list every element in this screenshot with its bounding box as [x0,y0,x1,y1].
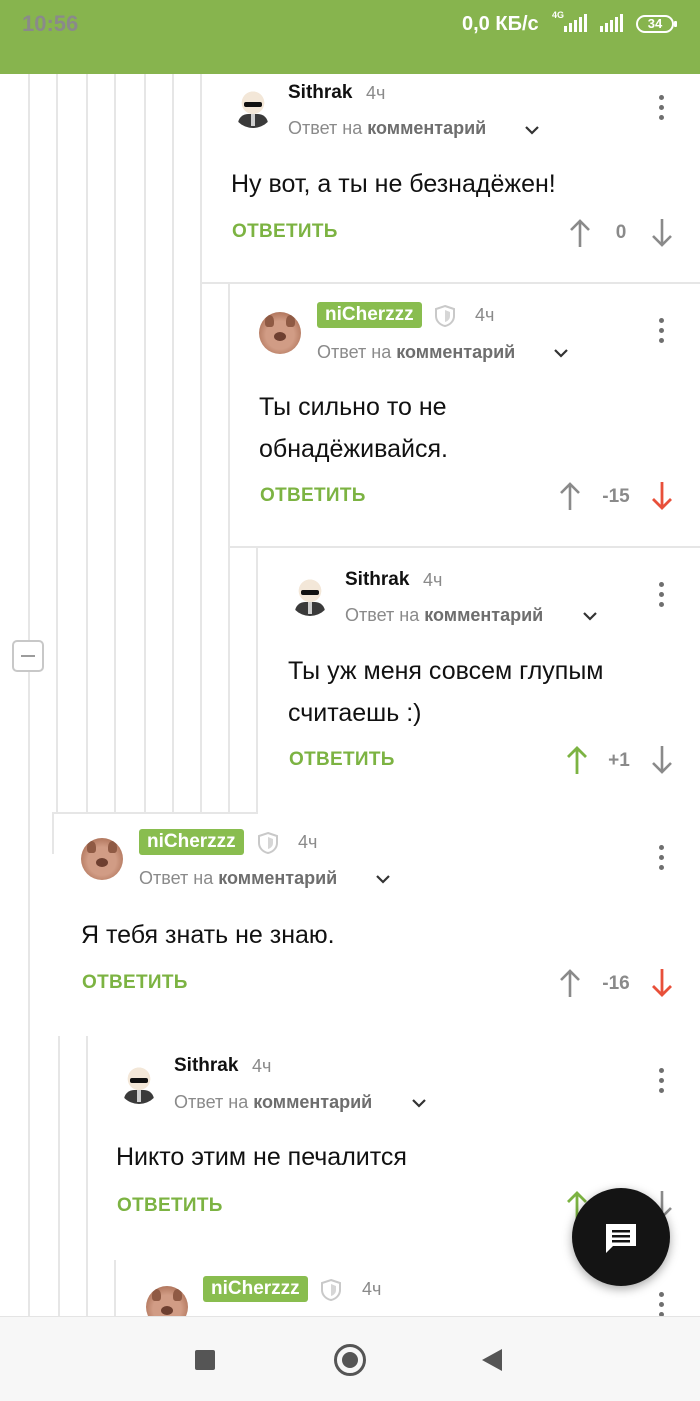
comment-time: 4ч [252,1056,272,1076]
network-speed: 0,0 КБ/с [462,13,539,35]
comment-time: 4ч [475,305,495,325]
reply-to-link[interactable]: Ответ на комментарий [317,342,515,363]
comment-icon [606,1224,636,1253]
avatar[interactable] [146,1286,188,1316]
avatar[interactable] [259,312,301,354]
author-badge[interactable]: niCherzzz [139,829,244,855]
comment-text: Ну вот, а ты не безнадёжен! [231,170,556,198]
status-time: 10:56 [22,11,79,36]
thread-line [52,814,54,854]
reply-button[interactable]: ОТВЕТИТЬ [117,1195,223,1217]
comment-text: Ты сильно то не обнадёживайся. [259,393,448,463]
chevron-down-icon[interactable] [375,873,391,885]
thread-line [256,548,258,814]
chevron-down-icon[interactable] [524,124,540,136]
reply-button[interactable]: ОТВЕТИТЬ [232,221,338,243]
upvote-icon[interactable] [559,481,581,511]
thread-line [114,74,116,814]
thread-line [172,74,174,814]
thread-line [144,74,146,814]
collapse-thread-button[interactable] [12,640,44,672]
shield-icon [321,1278,341,1302]
upvote-icon[interactable] [569,218,591,248]
comment-text: Я тебя знать не знаю. [81,921,335,949]
reply-button[interactable]: ОТВЕТИТЬ [260,485,366,507]
reply-to-link[interactable]: Ответ на комментарий [139,868,337,889]
comment-time: 4ч [298,832,318,852]
shield-icon [258,831,278,855]
thread-line [86,74,88,814]
reply-to-link[interactable]: Ответ на комментарий [288,118,486,139]
downvote-icon[interactable] [651,218,673,248]
reply-button[interactable]: ОТВЕТИТЬ [289,749,395,771]
avatar[interactable] [81,838,123,880]
thread-divider [200,282,700,284]
avatar[interactable] [289,574,331,616]
more-options-icon[interactable] [659,582,665,608]
comment-score: +1 [608,750,630,771]
more-options-icon[interactable] [659,95,665,121]
comment-score: -15 [602,486,630,507]
thread-line [228,284,230,814]
system-navigation-bar [0,1316,700,1401]
battery-indicator: 34 [636,15,677,33]
recent-apps-button[interactable] [195,1350,215,1370]
reply-to-link[interactable]: Ответ на комментарий [345,605,543,626]
reply-button[interactable]: ОТВЕТИТЬ [82,972,188,994]
thread-divider [52,812,258,814]
chevron-down-icon[interactable] [582,610,598,622]
thread-line [200,74,202,814]
downvote-icon[interactable] [651,745,673,775]
upvote-icon[interactable] [559,968,581,998]
status-bar: 10:56 0,0 КБ/с 4G 34 [0,0,700,74]
comment-author[interactable]: Sithrak [288,82,352,104]
avatar[interactable] [118,1062,160,1104]
comment-author[interactable]: Sithrak [174,1055,238,1077]
comment-time: 4ч [362,1279,382,1299]
more-options-icon[interactable] [659,1292,665,1316]
thread-divider [228,546,700,548]
chevron-down-icon[interactable] [553,347,569,359]
comment-score: 0 [615,222,627,243]
thread-line [28,74,30,1316]
comment-score: -16 [602,973,630,994]
reply-to-link[interactable]: Ответ на комментарий [174,1092,372,1113]
more-options-icon[interactable] [659,1068,665,1094]
add-comment-button[interactable] [572,1188,670,1286]
avatar[interactable] [232,86,274,128]
author-badge[interactable]: niCherzzz [317,302,422,328]
signal-icon [564,14,587,32]
thread-line [56,74,58,814]
comment-time: 4ч [366,83,386,103]
chevron-down-icon[interactable] [411,1097,427,1109]
back-button[interactable] [482,1349,502,1371]
thread-line [114,1260,116,1316]
signal-icon [600,14,623,32]
shield-icon [435,304,455,328]
comment-text: Никто этим не печалится [116,1143,407,1171]
more-options-icon[interactable] [659,845,665,871]
more-options-icon[interactable] [659,318,665,344]
comment-author[interactable]: Sithrak [345,569,409,591]
thread-line [58,1036,60,1316]
downvote-icon[interactable] [651,968,673,998]
comment-text: Ты уж меня совсем глупым считаешь :) [288,657,604,727]
upvote-icon[interactable] [566,745,588,775]
comment-thread[interactable]: Sithrak 4ч Ответ на комментарий Ну вот, … [0,74,700,1316]
thread-line [86,1036,88,1316]
home-button[interactable] [334,1344,366,1376]
author-badge[interactable]: niCherzzz [203,1276,308,1302]
downvote-icon[interactable] [651,481,673,511]
comment-time: 4ч [423,570,443,590]
